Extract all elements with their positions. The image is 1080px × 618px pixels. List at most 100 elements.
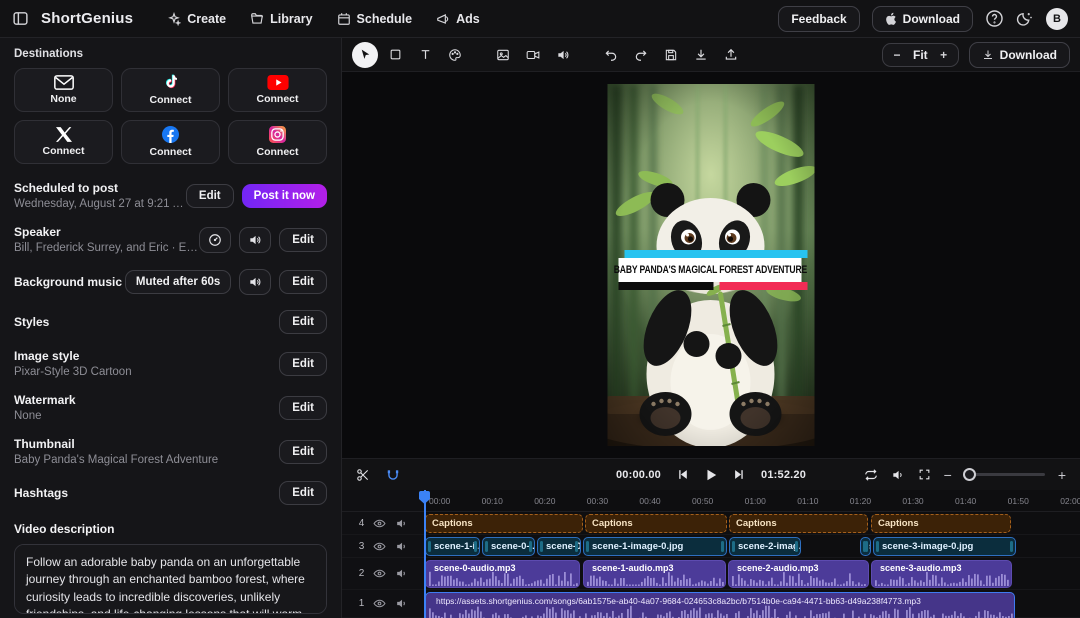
video-preview[interactable]: BABY PANDA'S MAGICAL FOREST ADVENTURE xyxy=(608,84,815,446)
audio-clip[interactable]: scene-1-audio.mp3 xyxy=(583,560,726,588)
help-icon[interactable] xyxy=(985,9,1004,28)
destination-youtube[interactable]: Connect xyxy=(228,68,327,112)
nav-ads[interactable]: Ads xyxy=(436,12,480,26)
save-icon[interactable] xyxy=(658,42,684,68)
scissors-icon[interactable] xyxy=(356,468,370,482)
destination-x[interactable]: Connect xyxy=(14,120,113,164)
download-icon[interactable] xyxy=(688,42,714,68)
feedback-button[interactable]: Feedback xyxy=(778,6,859,32)
nav-schedule[interactable]: Schedule xyxy=(337,12,413,26)
loop-icon[interactable] xyxy=(864,468,878,482)
track-volume-icon[interactable] xyxy=(395,517,408,530)
destination-email[interactable]: None xyxy=(14,68,113,112)
clip-label: scene-1-image-0.jpg xyxy=(592,541,683,552)
video-icon[interactable] xyxy=(520,42,546,68)
export-download-button[interactable]: Download xyxy=(969,42,1070,68)
audio-icon[interactable] xyxy=(550,42,576,68)
palette-icon[interactable] xyxy=(442,42,468,68)
timeline-zoom-slider[interactable] xyxy=(965,473,1045,476)
caption-clip[interactable]: Captions xyxy=(729,514,868,533)
track-number: 3 xyxy=(359,541,365,552)
speaker-subtitle: Bill, Frederick Surrey, and Eric · Engli… xyxy=(14,242,199,254)
tiktok-icon xyxy=(163,74,179,91)
destination-tiktok[interactable]: Connect xyxy=(121,68,220,112)
audio-clip[interactable]: scene-0-audio.mp3 xyxy=(425,560,580,588)
brand-logo[interactable]: ShortGenius xyxy=(41,10,133,27)
fullscreen-icon[interactable] xyxy=(918,468,931,481)
playhead[interactable] xyxy=(424,490,426,618)
track-volume-icon[interactable] xyxy=(395,567,408,580)
track-volume-icon[interactable] xyxy=(395,597,408,610)
image-icon[interactable] xyxy=(490,42,516,68)
destination-instagram[interactable]: Connect xyxy=(228,120,327,164)
music-volume-icon[interactable] xyxy=(239,269,271,295)
redo-icon[interactable] xyxy=(628,42,654,68)
ruler-tick-label: 00:30 xyxy=(587,496,608,506)
scheduled-edit-button[interactable]: Edit xyxy=(186,184,234,208)
speaker-edit-button[interactable]: Edit xyxy=(279,228,327,252)
destination-facebook[interactable]: Connect xyxy=(121,120,220,164)
sidebar-toggle-icon[interactable] xyxy=(12,10,29,27)
hashtags-edit-button[interactable]: Edit xyxy=(279,481,327,505)
image-clip[interactable]: scene-1-i... xyxy=(425,537,480,556)
zoom-out-button[interactable]: − xyxy=(891,48,903,62)
audio-clip[interactable]: scene-3-audio.mp3 xyxy=(871,560,1012,588)
speaker-volume-icon[interactable] xyxy=(239,227,271,253)
image-clip[interactable]: scene-2-imag... xyxy=(729,537,801,556)
caption-clip[interactable]: Captions xyxy=(871,514,1011,533)
image-clip[interactable]: scene-1-image-0.jpg xyxy=(583,537,727,556)
avatar[interactable]: B xyxy=(1046,8,1068,30)
eye-icon[interactable] xyxy=(373,567,386,580)
timeline-content[interactable]: 00:0000:1000:2000:3000:4000:5001:0001:10… xyxy=(425,490,1080,618)
magnet-icon[interactable] xyxy=(386,468,400,482)
image-clip[interactable]: scene-3-image-0.jpg xyxy=(873,537,1016,556)
styles-edit-button[interactable]: Edit xyxy=(279,310,327,334)
calendar-icon xyxy=(337,12,351,26)
undo-icon[interactable] xyxy=(598,42,624,68)
eye-icon[interactable] xyxy=(373,597,386,610)
nav-library[interactable]: Library xyxy=(250,12,312,26)
timeline-ruler[interactable]: 00:0000:1000:2000:3000:4000:5001:0001:10… xyxy=(425,490,1080,512)
audio-clip[interactable]: scene-2-audio.mp3 xyxy=(728,560,869,588)
track-volume-icon[interactable] xyxy=(395,540,408,553)
video-canvas[interactable]: BABY PANDA'S MAGICAL FOREST ADVENTURE xyxy=(342,72,1080,458)
speaker-section: Speaker Bill, Frederick Surrey, and Eric… xyxy=(14,225,327,254)
shape-icon[interactable] xyxy=(382,42,408,68)
zoom-fit-button[interactable]: Fit xyxy=(913,48,928,62)
audio-waveform xyxy=(873,571,1010,586)
skip-forward-icon[interactable] xyxy=(733,468,746,481)
caption-clip[interactable]: Captions xyxy=(425,514,583,533)
gauge-icon[interactable] xyxy=(199,227,231,253)
post-it-now-button[interactable]: Post it now xyxy=(242,184,327,208)
image-style-edit-button[interactable]: Edit xyxy=(279,352,327,376)
watermark-edit-button[interactable]: Edit xyxy=(279,396,327,420)
nav-create[interactable]: Create xyxy=(167,12,226,26)
timeline-zoom-out[interactable]: − xyxy=(944,467,952,483)
text-icon[interactable] xyxy=(412,42,438,68)
cursor-icon[interactable] xyxy=(352,42,378,68)
video-description-input[interactable]: Follow an adorable baby panda on an unfo… xyxy=(14,544,327,614)
destination-label: Connect xyxy=(257,146,299,158)
theme-toggle-icon[interactable] xyxy=(1016,10,1034,28)
play-icon[interactable] xyxy=(704,468,718,482)
song-clip[interactable]: https://assets.shortgenius.com/songs/6ab… xyxy=(425,592,1015,618)
download-app-button[interactable]: Download xyxy=(872,6,973,32)
caption-clip[interactable]: Captions xyxy=(585,514,727,533)
nav-create-label: Create xyxy=(187,12,226,26)
eye-icon[interactable] xyxy=(373,517,386,530)
thumbnail-edit-button[interactable]: Edit xyxy=(279,440,327,464)
skip-back-icon[interactable] xyxy=(676,468,689,481)
muted-after-button[interactable]: Muted after 60s xyxy=(125,270,231,294)
zoom-slider-knob[interactable] xyxy=(963,468,976,481)
timeline-zoom-in[interactable]: + xyxy=(1058,467,1066,483)
video-caption-overlay[interactable]: BABY PANDA'S MAGICAL FOREST ADVENTURE xyxy=(619,250,802,290)
image-clip[interactable]: scene-0-... xyxy=(482,537,535,556)
eye-icon[interactable] xyxy=(373,540,386,553)
zoom-in-button[interactable]: + xyxy=(938,48,950,62)
nav-ads-label: Ads xyxy=(456,12,480,26)
image-clip[interactable]: s xyxy=(860,537,871,556)
music-edit-button[interactable]: Edit xyxy=(279,270,327,294)
image-clip[interactable]: scene-0... xyxy=(537,537,581,556)
upload-icon[interactable] xyxy=(718,42,744,68)
mute-icon[interactable] xyxy=(891,468,905,482)
